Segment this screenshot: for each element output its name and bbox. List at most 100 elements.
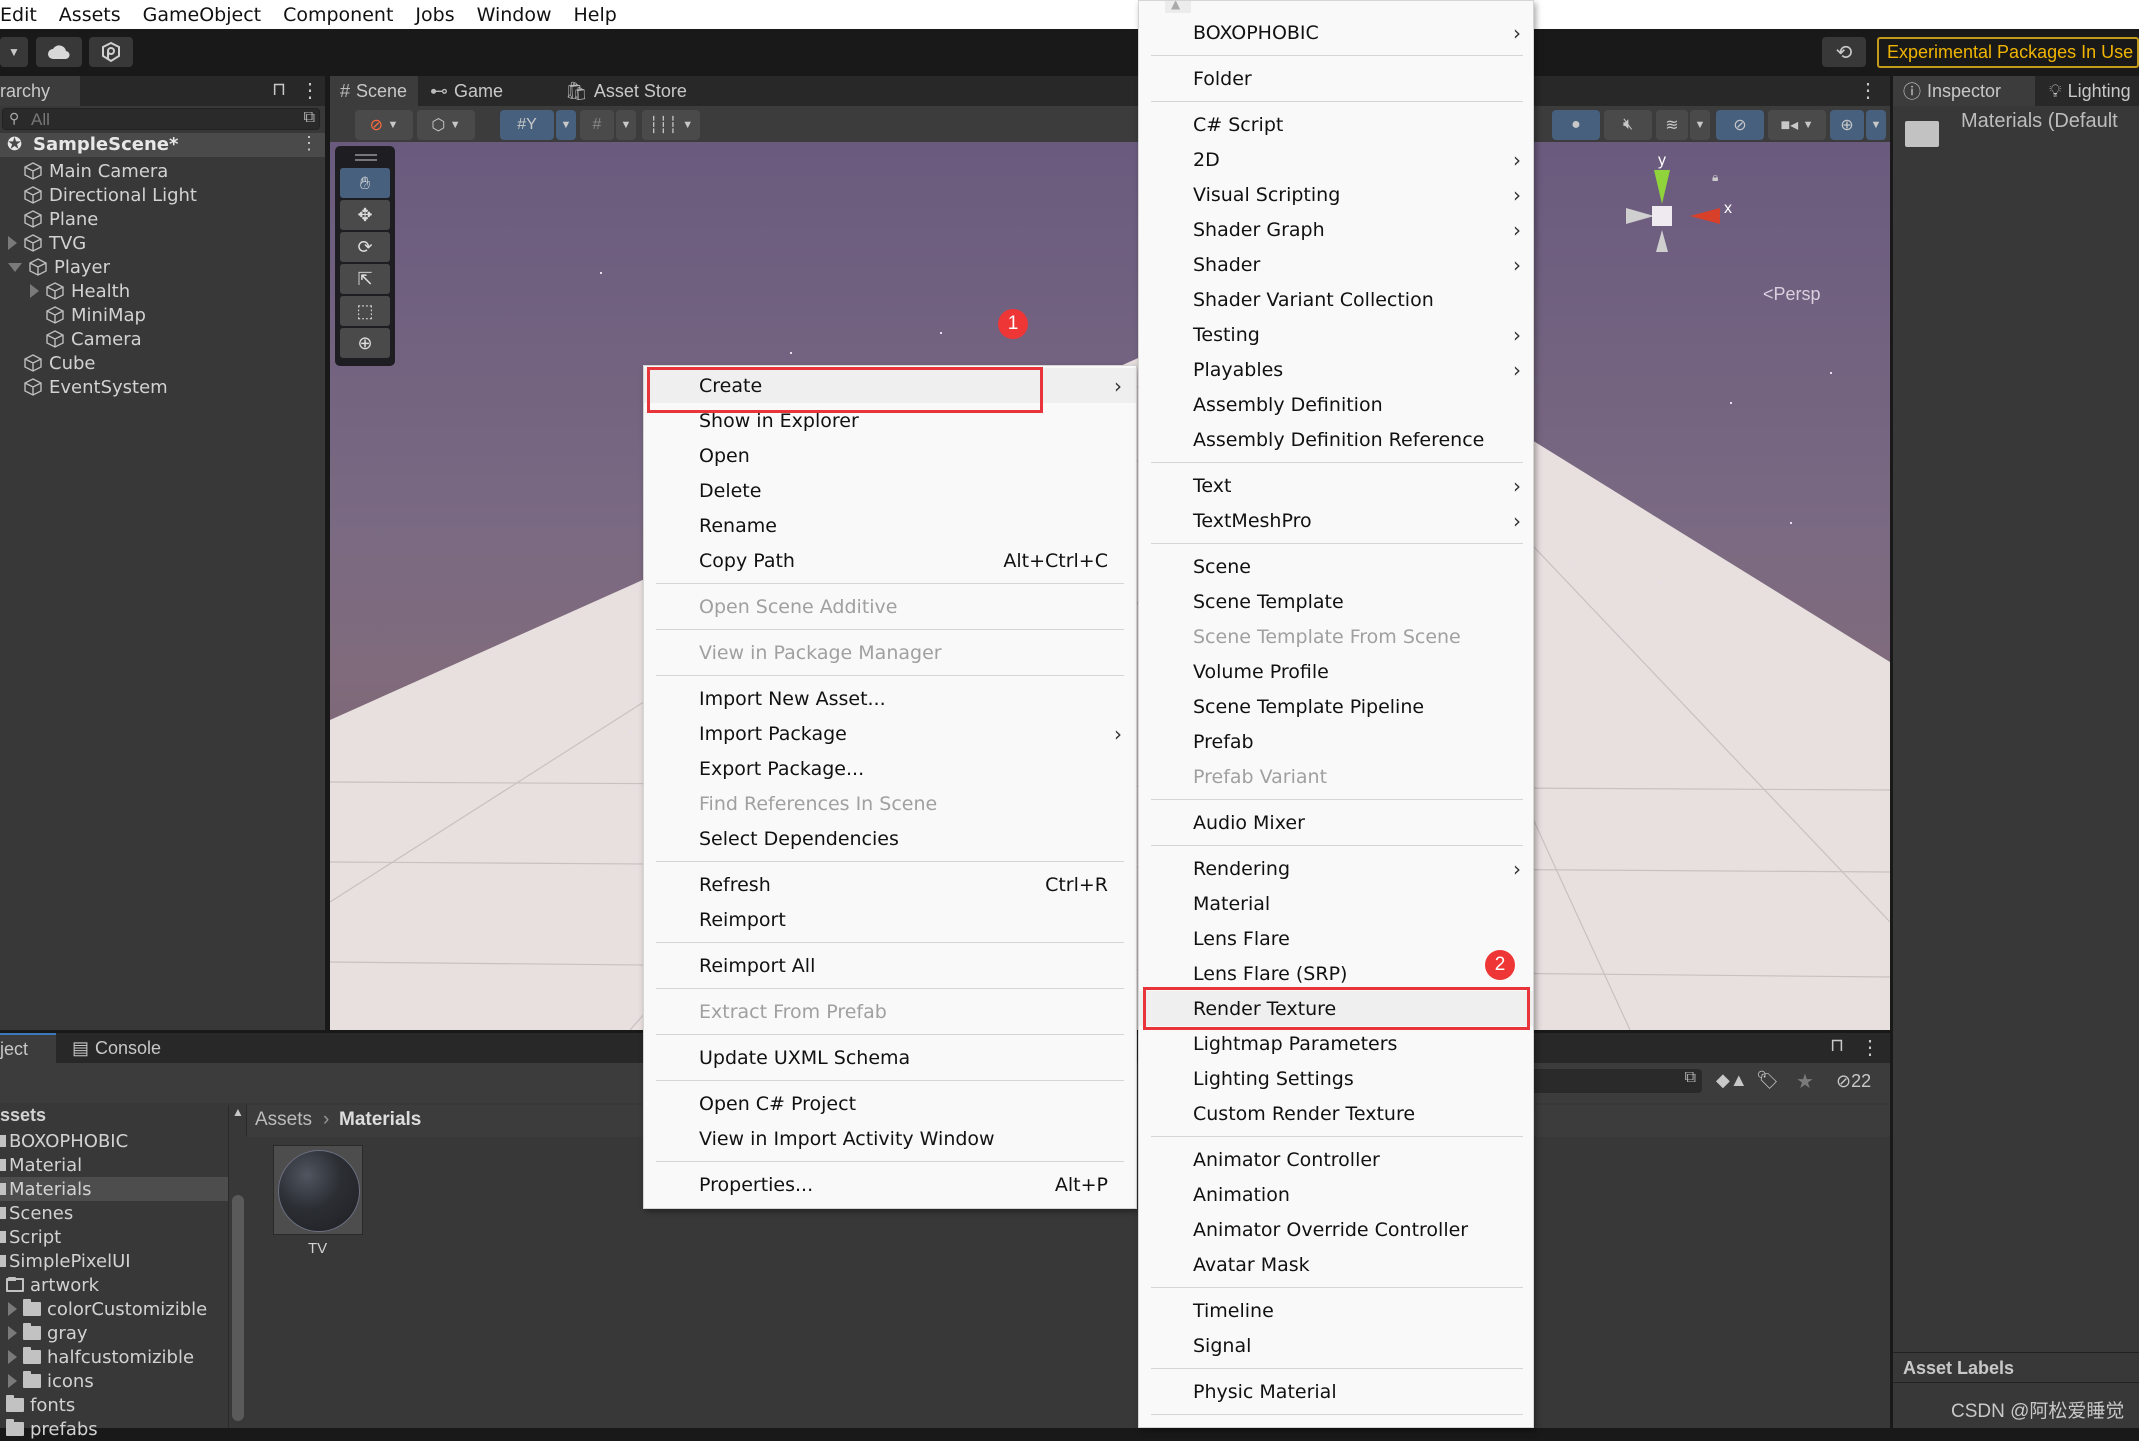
menu-item-reimport-all[interactable]: Reimport All (644, 948, 1136, 983)
effects-dropdown[interactable]: ▼ (1690, 110, 1710, 140)
hierarchy-search-input[interactable]: ⚲ All ⧉ (2, 108, 320, 130)
menu-item-scene[interactable]: Scene (1139, 549, 1533, 584)
projection-toggle[interactable]: <Persp (1763, 284, 1821, 305)
open-search-window-icon[interactable]: ⧉ (304, 109, 315, 127)
project-folder-item[interactable]: icons (0, 1369, 228, 1393)
menu-item-prefab[interactable]: Prefab (1139, 724, 1533, 759)
menu-item-create[interactable]: Create › (644, 368, 1136, 403)
project-folder-item[interactable]: prefabs (0, 1417, 228, 1441)
menu-item-show-in-explorer[interactable]: Show in Explorer (644, 403, 1136, 438)
project-folder-item[interactable]: Materials (0, 1177, 228, 1201)
kebab-menu-icon[interactable]: ⋮ (1860, 1035, 1880, 1060)
lock-icon[interactable]: ⊓ (1830, 1035, 1844, 1056)
hierarchy-item[interactable]: Player (0, 255, 110, 279)
menu-help[interactable]: Help (574, 4, 617, 26)
expand-arrow-icon[interactable] (8, 236, 17, 250)
menu-item-testing[interactable]: Testing › (1139, 317, 1533, 352)
scale-tool[interactable]: ⇱ (340, 264, 390, 294)
hidden-packages-toggle[interactable]: ⊘22 (1836, 1071, 1871, 1092)
project-folder-item[interactable]: SimplePixelUI (0, 1249, 228, 1273)
menu-item-volume-profile[interactable]: Volume Profile (1139, 654, 1533, 689)
lock-icon[interactable]: ⊓ (272, 79, 286, 100)
render-mode-dropdown[interactable]: ⬡ ▼ (417, 110, 475, 140)
menu-assets[interactable]: Assets (59, 4, 121, 26)
project-folder-item[interactable]: Script (0, 1225, 228, 1249)
menu-item-assembly-definition-reference[interactable]: Assembly Definition Reference (1139, 422, 1533, 457)
tab-asset-store[interactable]: 🛍︎ Asset Store (555, 76, 705, 106)
hierarchy-item[interactable]: Cube (0, 351, 95, 375)
menu-item-open-c-project[interactable]: Open C# Project (644, 1086, 1136, 1121)
breadcrumb-assets[interactable]: Assets (255, 1109, 312, 1131)
tab-console[interactable]: ▤ Console (62, 1033, 192, 1063)
menu-item-shader[interactable]: Shader › (1139, 247, 1533, 282)
menu-item-custom-render-texture[interactable]: Custom Render Texture (1139, 1096, 1533, 1131)
rect-tool[interactable]: ⬚ (340, 296, 390, 326)
menu-item-assembly-definition[interactable]: Assembly Definition (1139, 387, 1533, 422)
menu-item-view-in-import-activity-window[interactable]: View in Import Activity Window (644, 1121, 1136, 1156)
expand-arrow-icon[interactable] (8, 1326, 17, 1340)
hierarchy-item[interactable]: Directional Light (0, 183, 197, 207)
menu-item-audio-mixer[interactable]: Audio Mixer (1139, 805, 1533, 840)
menu-item-delete[interactable]: Delete (644, 473, 1136, 508)
rotate-tool[interactable]: ⟳ (340, 232, 390, 262)
menu-item-lighting-settings[interactable]: Lighting Settings (1139, 1061, 1533, 1096)
menu-item-lightmap-parameters[interactable]: Lightmap Parameters (1139, 1026, 1533, 1061)
account-dropdown[interactable]: ▼ (0, 37, 28, 67)
kebab-menu-icon[interactable]: ⋮ (300, 78, 320, 103)
menu-item-update-uxml-schema[interactable]: Update UXML Schema (644, 1040, 1136, 1075)
scroll-up-arrow-icon[interactable]: ▲ (232, 1105, 244, 1119)
collab-button[interactable] (89, 37, 133, 67)
menu-item-animation[interactable]: Animation (1139, 1177, 1533, 1212)
tab-project[interactable]: ject (0, 1033, 56, 1063)
menu-gameobject[interactable]: GameObject (143, 4, 261, 26)
menu-item-material[interactable]: Material (1139, 886, 1533, 921)
expand-arrow-icon[interactable] (8, 1374, 17, 1388)
project-folder-item[interactable]: gray (0, 1321, 228, 1345)
menu-item-import-package[interactable]: Import Package › (644, 716, 1136, 751)
effects-toggle[interactable]: ≋ (1656, 110, 1688, 140)
menu-item-render-texture[interactable]: Render Texture (1139, 991, 1533, 1026)
open-search-window-icon[interactable]: ⧉ (1685, 1069, 1696, 1087)
lock-icon[interactable]: 🔒︎ (1712, 170, 1718, 185)
menu-item-copy-path[interactable]: Copy Path Alt+Ctrl+C (644, 543, 1136, 578)
menu-item-scene-template-pipeline[interactable]: Scene Template Pipeline (1139, 689, 1533, 724)
tab-game[interactable]: ⊷ Game (420, 76, 550, 106)
menu-item-shader-variant-collection[interactable]: Shader Variant Collection (1139, 282, 1533, 317)
menu-item-rename[interactable]: Rename (644, 508, 1136, 543)
gizmos-dropdown[interactable]: ▼ (1866, 110, 1886, 140)
draw-mode-dropdown[interactable]: ⊘ ▼ (355, 110, 413, 140)
cloud-button[interactable] (36, 37, 82, 67)
menu-item-visual-scripting[interactable]: Visual Scripting › (1139, 177, 1533, 212)
project-folder-item[interactable]: artwork (0, 1273, 228, 1297)
lighting-toggle[interactable]: ● (1552, 110, 1600, 140)
menu-jobs[interactable]: Jobs (415, 4, 454, 26)
expand-arrow-icon[interactable] (30, 284, 39, 298)
tree-root[interactable]: ssets (0, 1105, 46, 1126)
menu-item-signal[interactable]: Signal (1139, 1328, 1533, 1363)
hierarchy-item[interactable]: MiniMap (0, 303, 146, 327)
transform-tool[interactable]: ⊕ (340, 328, 390, 358)
menu-item-animator-controller[interactable]: Animator Controller (1139, 1142, 1533, 1177)
tab-lighting[interactable]: 💡︎ Lighting (2039, 76, 2139, 106)
menu-item-scene-template[interactable]: Scene Template (1139, 584, 1533, 619)
orientation-gizmo[interactable]: y x 🔒︎ (1620, 152, 1740, 272)
tree-scrollbar[interactable]: ▲ (228, 1105, 246, 1428)
hierarchy-item[interactable]: Health (0, 279, 130, 303)
search-by-type-icon[interactable]: ◆▲ (1716, 1070, 1748, 1091)
tab-scene[interactable]: # Scene (330, 76, 418, 106)
snap-toggle[interactable]: # (580, 110, 614, 140)
hierarchy-item[interactable]: Main Camera (0, 159, 168, 183)
menu-item-physic-material[interactable]: Physic Material (1139, 1374, 1533, 1409)
menu-item-rendering[interactable]: Rendering › (1139, 851, 1533, 886)
hierarchy-item[interactable]: Camera (0, 327, 142, 351)
project-folder-item[interactable]: Material (0, 1153, 228, 1177)
project-search-input[interactable]: ⧉ (1532, 1069, 1702, 1093)
tab-inspector[interactable]: ⓘ Inspector (1893, 76, 2035, 106)
breadcrumb-materials[interactable]: Materials (339, 1109, 421, 1131)
favorite-star-icon[interactable]: ★ (1796, 1069, 1814, 1094)
menu-item-lens-flare-srp[interactable]: Lens Flare (SRP) (1139, 956, 1533, 991)
hand-tool[interactable]: ✋︎ (340, 168, 390, 198)
menu-item-text[interactable]: Text › (1139, 468, 1533, 503)
grid-toggle[interactable]: #Y (500, 110, 554, 140)
menu-item-textmeshpro[interactable]: TextMeshPro › (1139, 503, 1533, 538)
